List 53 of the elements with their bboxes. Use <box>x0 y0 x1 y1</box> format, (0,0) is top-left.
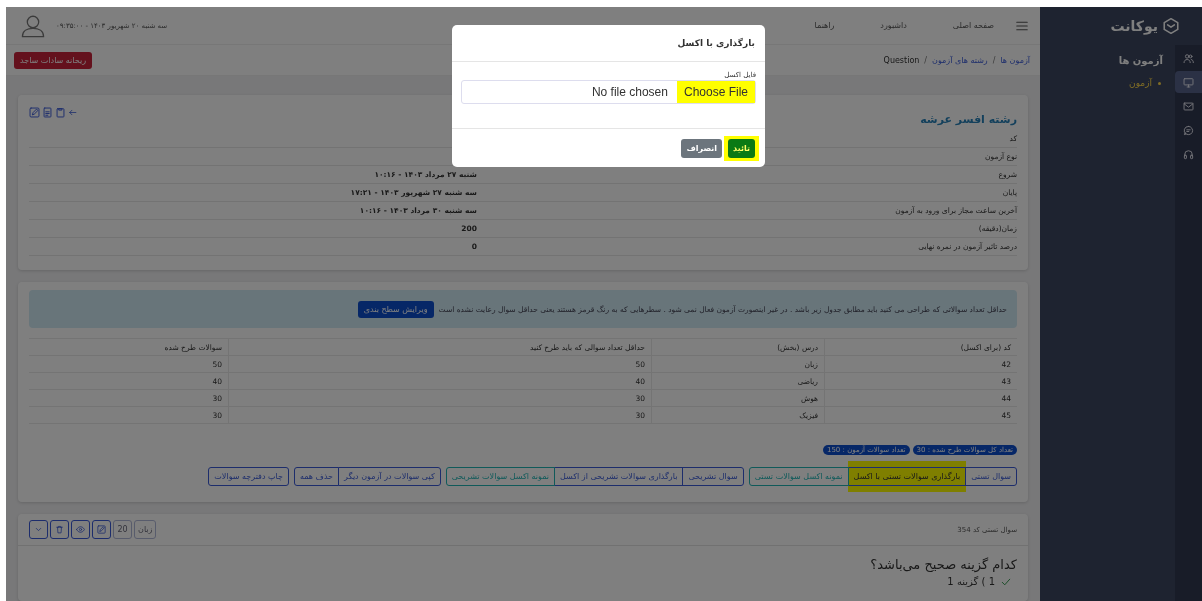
breadcrumb-separator: / <box>992 55 996 65</box>
eye-button[interactable] <box>71 520 90 539</box>
edit-button[interactable] <box>92 520 111 539</box>
clipboard-icon[interactable] <box>55 107 66 118</box>
action-button[interactable]: سوال تستی <box>965 467 1017 486</box>
breadcrumb-current: Question <box>883 55 920 65</box>
edit-icon <box>97 525 106 534</box>
action-button[interactable]: چاپ دفترچه سوالات <box>208 467 289 486</box>
chat-icon <box>1183 124 1194 136</box>
menu-item[interactable]: آزمون ها <box>1040 55 1163 66</box>
edit-levels-button[interactable]: ویرایش سطح بندی <box>357 300 434 318</box>
tag-button[interactable]: زبان <box>134 520 157 539</box>
action-button[interactable]: بارگذاری سوالات تستی با اکسل <box>847 467 967 486</box>
arrow-icon[interactable] <box>68 108 77 117</box>
question-text: کدام گزینه صحیح می‌باشد؟ <box>869 556 1018 575</box>
chevron-down-icon <box>34 525 43 534</box>
action-button[interactable]: حذف همه <box>293 467 340 486</box>
action-button[interactable]: نمونه اکسل سوالات تستی <box>748 467 849 486</box>
answer-option: 1 ) گزینه 1 <box>947 576 995 587</box>
breadcrumb-link[interactable]: آزمون ها <box>1000 55 1030 65</box>
breadcrumb-separator: / <box>924 55 928 65</box>
breadcrumb-link[interactable]: رشته های آزمون <box>932 55 988 65</box>
menu-icon[interactable] <box>1016 19 1028 32</box>
file-input[interactable]: No file chosen Choose File <box>461 80 756 104</box>
nav-link[interactable]: راهنما <box>814 21 835 30</box>
cancel-button[interactable]: انصراف <box>681 138 723 158</box>
user-name-button[interactable]: ریحانه سادات ساجد <box>14 51 93 69</box>
dialog-title: بارگذاری با اکسل <box>452 25 765 62</box>
file-status: No file chosen <box>590 85 669 99</box>
document-icon[interactable] <box>42 107 53 118</box>
chevron-down-button[interactable] <box>29 520 48 539</box>
tag-button[interactable]: 20 <box>113 520 132 539</box>
logo-icon <box>1162 17 1180 35</box>
submenu-item[interactable]: آزمون <box>1040 78 1163 88</box>
confirm-button[interactable]: تائید <box>728 138 755 158</box>
action-button[interactable]: نمونه اکسل سوالات تشریحی <box>445 467 556 486</box>
exam-title: رشته افسر عرشه <box>920 113 1017 126</box>
mail-icon <box>1183 100 1194 112</box>
brand-name: یوکانت <box>1110 18 1158 34</box>
action-button[interactable]: بارگذاری سوالات تشریحی از اکسل <box>554 467 684 486</box>
people-icon <box>1183 52 1194 64</box>
trash-icon <box>55 525 64 534</box>
monitor-icon <box>1183 76 1194 88</box>
nav-link[interactable]: صفحه اصلی <box>952 21 994 30</box>
action-button[interactable]: کپی سوالات در آزمون دیگر <box>338 467 441 486</box>
choose-file-button[interactable]: Choose File <box>676 81 755 103</box>
headset-icon <box>1183 148 1194 160</box>
eye-icon <box>76 525 85 534</box>
monitor-tab[interactable] <box>1175 71 1202 93</box>
edit-icon[interactable] <box>29 107 40 118</box>
trash-button[interactable] <box>50 520 69 539</box>
action-button[interactable]: سوال تشریحی <box>682 467 744 486</box>
nav-link[interactable]: داشبورد <box>880 21 907 30</box>
